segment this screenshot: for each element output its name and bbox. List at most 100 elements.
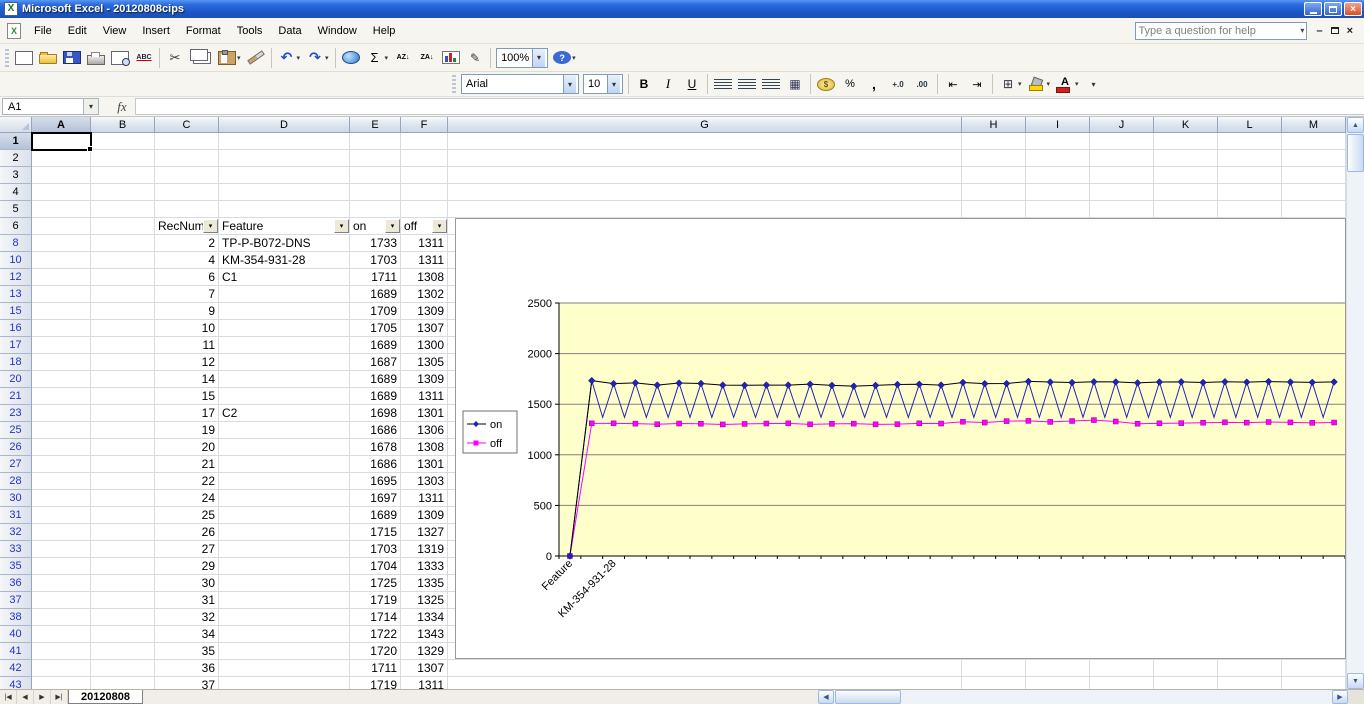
cell-F31[interactable]: 1309 (401, 507, 448, 524)
cell-D17[interactable] (219, 337, 350, 354)
row-header-36[interactable]: 36 (0, 575, 32, 592)
cell-E37[interactable]: 1719 (350, 592, 401, 609)
cell-D1[interactable] (219, 133, 350, 150)
cell-E40[interactable]: 1722 (350, 626, 401, 643)
cell-B20[interactable] (91, 371, 155, 388)
cell-B26[interactable] (91, 439, 155, 456)
cell-D30[interactable] (219, 490, 350, 507)
cell-L4[interactable] (1218, 184, 1282, 201)
cell-B10[interactable] (91, 252, 155, 269)
row-header-4[interactable]: 4 (0, 184, 32, 201)
increase-decimal-button[interactable]: +.0 (886, 73, 910, 95)
format-painter-button[interactable] (244, 47, 268, 69)
row-header-27[interactable]: 27 (0, 456, 32, 473)
borders-button-dropdown-icon[interactable]: ▾ (1018, 80, 1022, 88)
cell-C3[interactable] (155, 167, 219, 184)
cell-F8[interactable]: 1311 (401, 235, 448, 252)
cell-A10[interactable] (32, 252, 91, 269)
cell-A2[interactable] (32, 150, 91, 167)
toolbar-grip[interactable] (5, 49, 9, 67)
name-box-arrow-icon[interactable]: ▾ (84, 98, 99, 115)
cell-B17[interactable] (91, 337, 155, 354)
cell-A42[interactable] (32, 660, 91, 677)
cell-E17[interactable]: 1689 (350, 337, 401, 354)
cell-G4[interactable] (448, 184, 962, 201)
cell-E16[interactable]: 1705 (350, 320, 401, 337)
new-button[interactable] (12, 47, 36, 69)
cell-F28[interactable]: 1303 (401, 473, 448, 490)
cell-A17[interactable] (32, 337, 91, 354)
row-header-18[interactable]: 18 (0, 354, 32, 371)
cell-B25[interactable] (91, 422, 155, 439)
align-right-button[interactable] (759, 73, 783, 95)
cell-A20[interactable] (32, 371, 91, 388)
row-header-16[interactable]: 16 (0, 320, 32, 337)
vertical-scroll-thumb[interactable] (1347, 134, 1364, 172)
cell-B41[interactable] (91, 643, 155, 660)
cell-A28[interactable] (32, 473, 91, 490)
cell-E35[interactable]: 1704 (350, 558, 401, 575)
row-header-32[interactable]: 32 (0, 524, 32, 541)
cell-M4[interactable] (1282, 184, 1346, 201)
cell-C25[interactable]: 19 (155, 422, 219, 439)
cell-A40[interactable] (32, 626, 91, 643)
cell-B32[interactable] (91, 524, 155, 541)
name-box[interactable]: A1 (2, 98, 84, 115)
cell-A5[interactable] (32, 201, 91, 218)
column-header-F[interactable]: F (401, 117, 448, 133)
cell-C41[interactable]: 35 (155, 643, 219, 660)
cell-F25[interactable]: 1306 (401, 422, 448, 439)
cell-C23[interactable]: 17 (155, 405, 219, 422)
cell-F3[interactable] (401, 167, 448, 184)
cell-K1[interactable] (1154, 133, 1218, 150)
cell-B37[interactable] (91, 592, 155, 609)
row-header-38[interactable]: 38 (0, 609, 32, 626)
scroll-left-button[interactable]: ◀ (818, 690, 834, 704)
cell-F21[interactable]: 1311 (401, 388, 448, 405)
cell-G3[interactable] (448, 167, 962, 184)
cell-D31[interactable] (219, 507, 350, 524)
font-color-button[interactable]: A▾ (1053, 73, 1082, 95)
menu-item-help[interactable]: Help (365, 22, 404, 40)
cell-F27[interactable]: 1301 (401, 456, 448, 473)
cell-J1[interactable] (1090, 133, 1154, 150)
cell-F23[interactable]: 1301 (401, 405, 448, 422)
cell-F26[interactable]: 1308 (401, 439, 448, 456)
borders-button[interactable]: ⊞▾ (996, 73, 1025, 95)
cell-F17[interactable]: 1300 (401, 337, 448, 354)
cell-D38[interactable] (219, 609, 350, 626)
cell-D25[interactable] (219, 422, 350, 439)
cell-E28[interactable]: 1695 (350, 473, 401, 490)
cell-F38[interactable]: 1334 (401, 609, 448, 626)
cell-E31[interactable]: 1689 (350, 507, 401, 524)
cell-E3[interactable] (350, 167, 401, 184)
print-button[interactable] (84, 47, 108, 69)
column-header-L[interactable]: L (1218, 117, 1282, 133)
cell-A6[interactable] (32, 218, 91, 235)
cell-B18[interactable] (91, 354, 155, 371)
column-header-J[interactable]: J (1090, 117, 1154, 133)
cell-K43[interactable] (1154, 677, 1218, 689)
cell-D40[interactable] (219, 626, 350, 643)
cell-J5[interactable] (1090, 201, 1154, 218)
cell-D20[interactable] (219, 371, 350, 388)
cell-D8[interactable]: TP-P-B072-DNS (219, 235, 350, 252)
cell-F35[interactable]: 1333 (401, 558, 448, 575)
cell-D36[interactable] (219, 575, 350, 592)
cell-B35[interactable] (91, 558, 155, 575)
cell-G5[interactable] (448, 201, 962, 218)
cell-F1[interactable] (401, 133, 448, 150)
align-center-button[interactable] (735, 73, 759, 95)
cell-H1[interactable] (962, 133, 1026, 150)
cell-L2[interactable] (1218, 150, 1282, 167)
cell-A25[interactable] (32, 422, 91, 439)
cell-E13[interactable]: 1689 (350, 286, 401, 303)
row-header-1[interactable]: 1 (0, 133, 32, 150)
cell-F42[interactable]: 1307 (401, 660, 448, 677)
cell-A43[interactable] (32, 677, 91, 689)
scroll-down-button[interactable]: ▼ (1347, 673, 1364, 689)
insert-hyperlink-button[interactable] (339, 47, 363, 69)
workbook-restore-button[interactable] (1331, 25, 1339, 37)
cut-button[interactable]: ✂ (163, 47, 187, 69)
cell-B33[interactable] (91, 541, 155, 558)
